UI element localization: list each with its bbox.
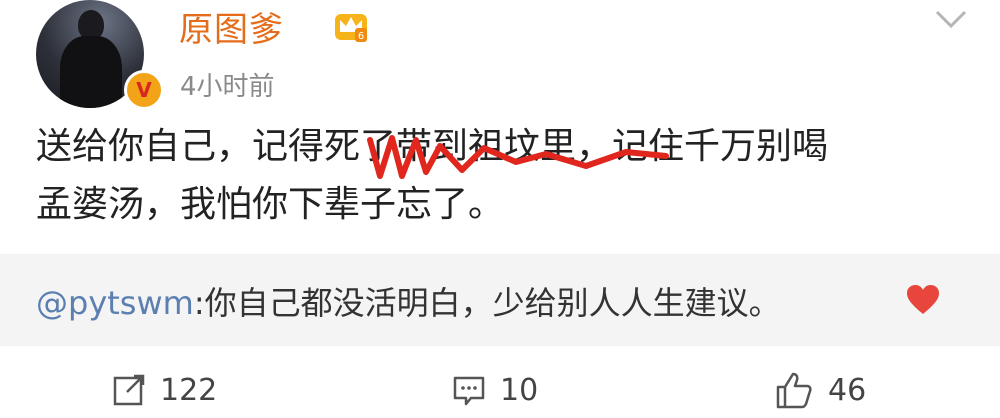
comment-preview[interactable]: @pytswm:你自己都没活明白，少给别人人生建议。 bbox=[0, 254, 1000, 346]
post-header: V 原图爹 6 4小时前 bbox=[36, 0, 968, 110]
crown-badge-icon: 6 bbox=[335, 14, 367, 42]
chevron-down-icon[interactable] bbox=[934, 6, 968, 34]
comment-body: :你自己都没活明白，少给别人人生建议。 bbox=[193, 284, 781, 322]
comment-count: 10 bbox=[500, 372, 539, 408]
comment-text-row: @pytswm:你自己都没活明白，少给别人人生建议。 bbox=[36, 278, 781, 324]
avatar-figure-body bbox=[60, 36, 122, 108]
comment-button[interactable]: 10 bbox=[452, 368, 538, 412]
like-button[interactable]: 46 bbox=[774, 368, 866, 412]
repost-button[interactable]: 122 bbox=[112, 368, 217, 412]
action-bar: 122 10 46 bbox=[0, 360, 1000, 418]
like-count: 46 bbox=[828, 372, 867, 408]
like-icon bbox=[776, 372, 812, 409]
verified-badge-icon: V bbox=[124, 70, 164, 110]
username[interactable]: 原图爹 bbox=[179, 2, 284, 51]
heart-icon bbox=[907, 285, 939, 314]
post-body: 送给你自己，记得死了带到祖坟里，记住千万别喝 孟婆汤，我怕你下辈子忘了。 bbox=[36, 118, 956, 234]
red-scribble-mark bbox=[367, 135, 669, 179]
comment-icon bbox=[453, 376, 485, 406]
repost-icon bbox=[113, 374, 145, 406]
comment-mention[interactable]: @pytswm bbox=[36, 284, 194, 322]
svg-text:6: 6 bbox=[358, 31, 364, 42]
repost-count: 122 bbox=[160, 372, 218, 408]
post-timestamp: 4小时前 bbox=[180, 72, 275, 102]
